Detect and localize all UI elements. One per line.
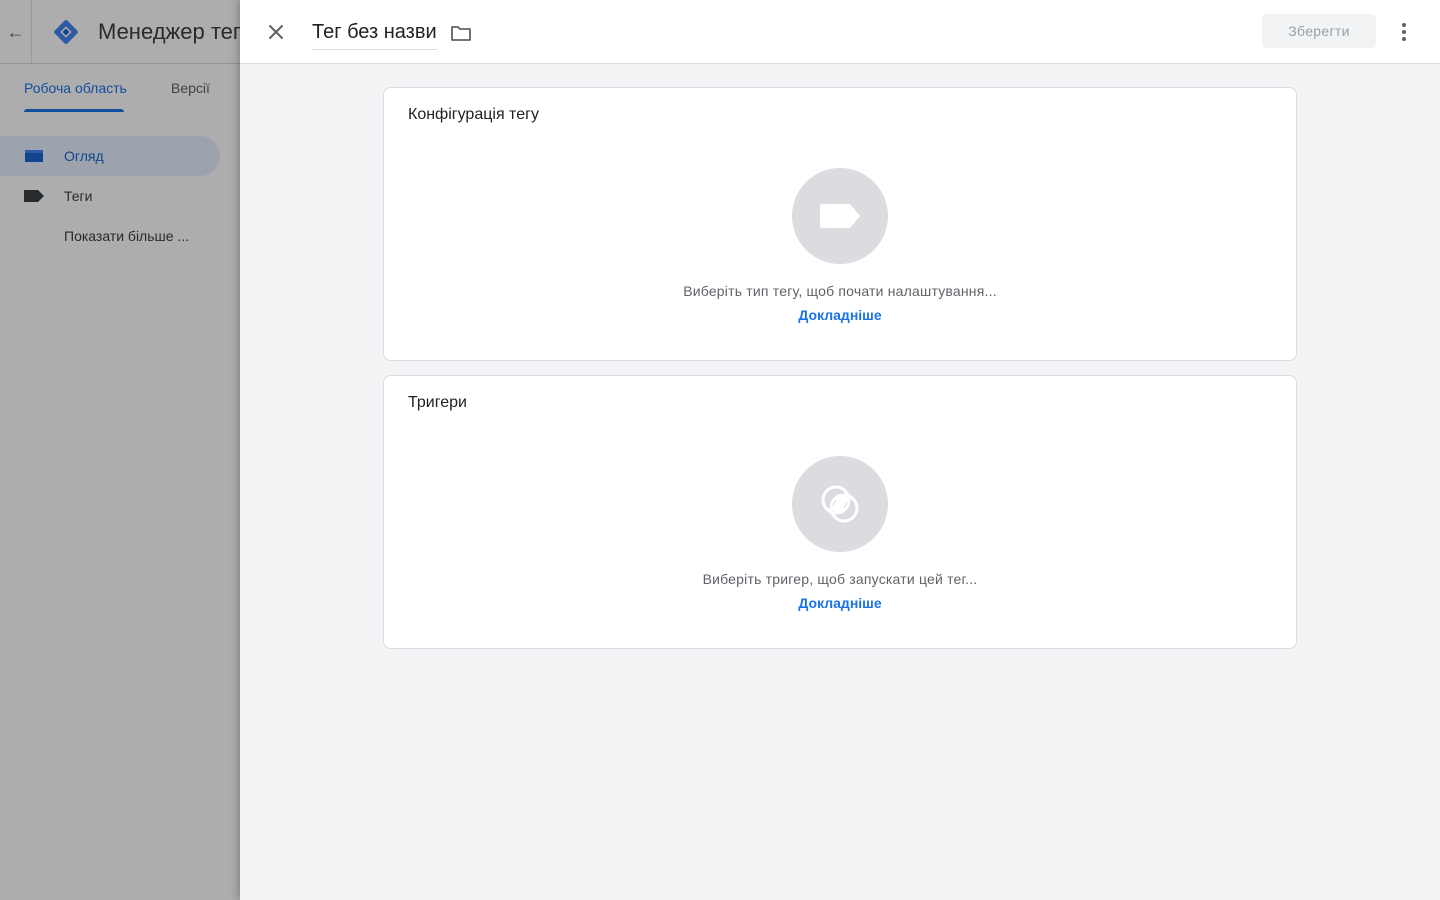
trigger-icon [821,485,859,523]
close-icon [269,25,283,39]
card-hint: Виберіть тригер, щоб запускати цей тег..… [702,571,978,587]
tag-icon [820,204,860,228]
choose-trigger-button[interactable] [792,456,888,552]
save-button[interactable]: Зберегти [1262,14,1376,48]
choose-tag-type-button[interactable] [792,168,888,264]
tag-name-text: Тег без назви [312,21,437,43]
sheet-header: Тег без назви Зберегти [240,0,1440,64]
card-hint: Виберіть тип тегу, щоб почати налаштуван… [683,283,997,299]
tag-editor-sheet: Тег без назви Зберегти Конфігурація тегу… [240,0,1440,900]
folder-button[interactable] [448,20,474,46]
triggers-card[interactable]: Тригери Виберіть тригер, щоб запускати ц… [383,375,1297,649]
more-vert-icon [1402,23,1406,41]
tag-name-field[interactable]: Тег без назви [312,20,437,50]
card-title: Тригери [408,394,467,411]
tag-configuration-card[interactable]: Конфігурація тегу Виберіть тип тегу, щоб… [383,87,1297,361]
card-title: Конфігурація тегу [408,106,539,123]
learn-more-link[interactable]: Докладніше [384,595,1296,611]
learn-more-link[interactable]: Докладніше [384,307,1296,323]
more-options-button[interactable] [1392,16,1416,48]
close-button[interactable] [260,16,292,48]
folder-icon [451,26,471,41]
